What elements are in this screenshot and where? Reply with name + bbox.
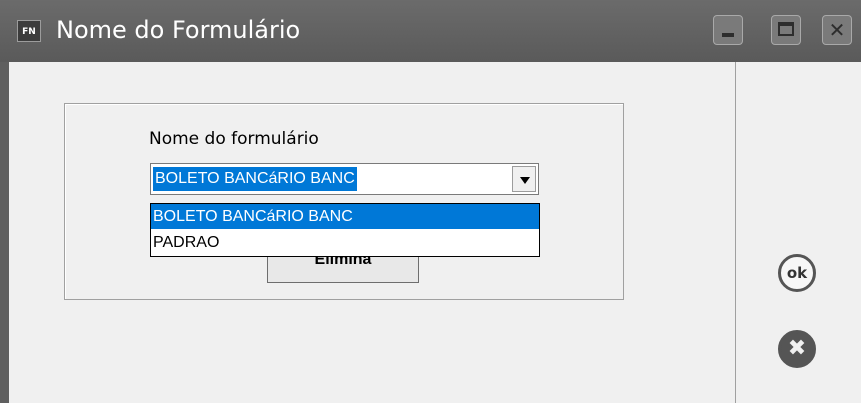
window-frame-left (0, 62, 9, 403)
chevron-down-icon[interactable] (512, 166, 536, 192)
window-title: Nome do Formulário (56, 16, 301, 44)
form-name-label: Nome do formulário (149, 129, 319, 149)
ok-label: ok (786, 264, 808, 282)
ok-button[interactable]: ok (778, 254, 816, 292)
maximize-icon (778, 22, 794, 36)
combobox-dropdown-list[interactable]: BOLETO BANCáRIO BANC PADRAO (150, 203, 540, 257)
app-icon: FN (17, 20, 41, 42)
cancel-button[interactable]: ✖ (778, 330, 816, 368)
close-icon: ✕ (828, 18, 846, 42)
minimize-button[interactable] (713, 15, 743, 45)
cancel-x-icon: ✖ (787, 336, 807, 361)
title-bar[interactable]: FN Nome do Formulário ✕ (0, 0, 861, 62)
minimize-icon (722, 33, 734, 37)
form-name-combobox[interactable]: BOLETO BANCáRIO BANC (150, 163, 539, 195)
combobox-selected-value: BOLETO BANCáRIO BANC (153, 167, 357, 191)
elimina-button[interactable]: Elimina (267, 257, 419, 283)
elimina-button-label: Elimina (314, 257, 372, 268)
dropdown-option-boleto[interactable]: BOLETO BANCáRIO BANC (151, 204, 539, 229)
close-button[interactable]: ✕ (822, 15, 852, 45)
maximize-button[interactable] (771, 15, 801, 45)
dropdown-option-padrao[interactable]: PADRAO (151, 230, 539, 255)
form-window: FN Nome do Formulário ✕ Nome do formulár… (0, 0, 861, 403)
